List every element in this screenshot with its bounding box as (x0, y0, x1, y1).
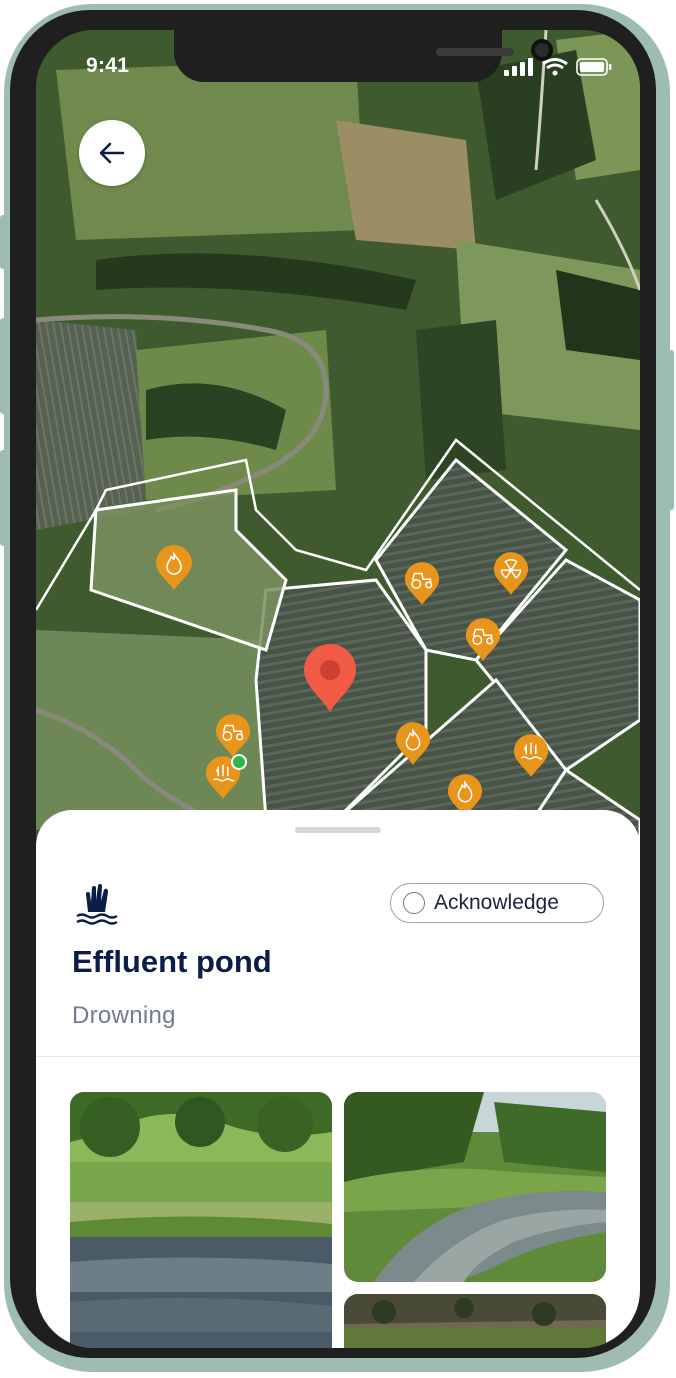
screen: 9:41 Acknowledge Effluent pond Drowning (36, 30, 640, 1348)
hazard-photo[interactable] (344, 1294, 606, 1348)
side-button (0, 450, 6, 546)
tractor-marker[interactable] (214, 714, 252, 758)
acknowledge-label: Acknowledge (434, 891, 559, 914)
back-button[interactable] (79, 120, 145, 186)
side-button (0, 318, 6, 414)
fire-marker[interactable] (154, 545, 194, 591)
battery-icon (576, 58, 612, 76)
hazard-photo[interactable] (70, 1092, 332, 1348)
signal-icon (504, 58, 533, 76)
tractor-marker[interactable] (464, 618, 502, 662)
location-dot (231, 754, 247, 770)
side-button (668, 350, 674, 510)
wifi-icon (542, 58, 568, 76)
hazard-detail-sheet: Acknowledge Effluent pond Drowning (36, 810, 640, 1348)
selected-hazard-marker[interactable] (302, 644, 358, 714)
tractor-marker[interactable] (403, 562, 441, 606)
notch (174, 30, 553, 82)
fire-marker[interactable] (394, 722, 432, 766)
acknowledge-button[interactable]: Acknowledge (390, 883, 604, 923)
arrow-left-icon (99, 142, 125, 164)
divider (36, 1056, 640, 1057)
drowning-marker[interactable] (512, 734, 550, 778)
side-button (0, 215, 6, 269)
hazard-photo[interactable] (344, 1092, 606, 1282)
hazard-title: Effluent pond (72, 944, 272, 979)
radiation-marker[interactable] (492, 552, 530, 596)
speaker (436, 48, 514, 56)
drowning-hazard-icon (76, 884, 118, 925)
status-icons (504, 58, 612, 76)
sheet-handle[interactable] (295, 827, 381, 833)
hazard-type: Drowning (72, 1002, 176, 1029)
status-time: 9:41 (86, 54, 130, 77)
acknowledge-radio[interactable] (403, 892, 425, 914)
